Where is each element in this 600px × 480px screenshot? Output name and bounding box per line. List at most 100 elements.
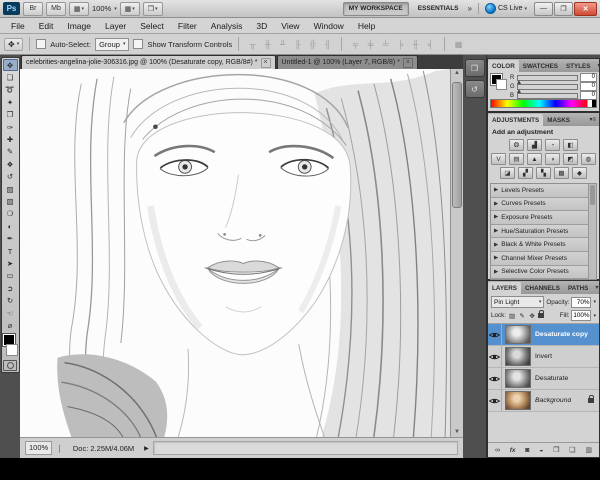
3d-object-rotate-tool[interactable]: ➲ <box>3 282 18 294</box>
color-value-field[interactable]: 0 <box>580 73 597 82</box>
tab-adjustments[interactable]: ADJUSTMENTS <box>488 114 543 126</box>
black-white-adjustment-icon[interactable]: ◑ <box>545 153 560 165</box>
blend-mode-dropdown[interactable]: Pin Light ▾ <box>491 296 544 308</box>
layer-thumbnail[interactable] <box>505 391 531 410</box>
panel-menu-icon[interactable]: ▾≡ <box>594 60 600 72</box>
path-selection-tool[interactable]: ➤ <box>3 257 18 269</box>
auto-align-layers-icon[interactable]: ▦ <box>451 37 466 51</box>
brightness-contrast-adjustment-icon[interactable]: ❂ <box>509 139 524 151</box>
channel-mixer-presets[interactable]: ▶ Channel Mixer Presets <box>491 252 589 266</box>
layer-style-icon[interactable]: fx <box>510 447 516 454</box>
minimize-button[interactable]: — <box>534 2 553 16</box>
vibrance-adjustment-icon[interactable]: V <box>491 153 506 165</box>
color-balance-adjustment-icon[interactable]: ▲ <box>527 153 542 165</box>
tab-close-icon[interactable]: × <box>261 58 271 68</box>
align-bottom-edges-icon[interactable]: ╨ <box>275 37 290 51</box>
show-transform-controls-checkbox[interactable] <box>133 39 143 49</box>
menu-view[interactable]: View <box>274 21 306 31</box>
layer-row[interactable]: Invert <box>488 346 599 368</box>
tab-masks[interactable]: MASKS <box>543 114 574 126</box>
blur-tool[interactable]: ❍ <box>3 208 18 220</box>
workspace-overflow-chevron[interactable]: » <box>468 4 472 13</box>
hue-saturation-presets[interactable]: ▶ Hue/Saturation Presets <box>491 225 589 239</box>
opacity-field[interactable]: 70% <box>571 297 591 308</box>
menu-analysis[interactable]: Analysis <box>204 21 250 31</box>
new-group-icon[interactable]: ❒ <box>553 446 559 454</box>
expander-triangle-icon[interactable]: ▶ <box>494 201 498 207</box>
rectangular-marquee-tool[interactable]: ❏ <box>3 71 18 83</box>
eraser-tool[interactable]: ▨ <box>3 183 18 195</box>
panel-menu-icon[interactable]: ▾≡ <box>592 282 600 294</box>
layer-visibility-toggle[interactable] <box>488 346 502 367</box>
color-slider-track[interactable] <box>517 93 578 99</box>
menu-window[interactable]: Window <box>307 21 351 31</box>
selective-color-adjustment-icon[interactable]: ◆ <box>572 167 587 179</box>
lock-transparent-pixels-icon[interactable]: ▨ <box>508 312 516 320</box>
type-tool[interactable]: T <box>3 245 18 257</box>
distribute-vertical-centers-icon[interactable]: ╪ <box>363 37 378 51</box>
distribute-bottom-edges-icon[interactable]: ╧ <box>378 37 393 51</box>
lasso-tool[interactable]: ➰ <box>3 84 18 96</box>
scrollbar-thumb[interactable] <box>452 82 462 208</box>
menu-select[interactable]: Select <box>133 21 171 31</box>
curves-adjustment-icon[interactable]: ◔ <box>545 139 560 151</box>
tool-preset-picker[interactable]: ✥ ▾ <box>4 38 23 51</box>
photo-filter-adjustment-icon[interactable]: ◩ <box>563 153 578 165</box>
pen-tool[interactable]: ✒ <box>3 232 18 244</box>
status-zoom-field[interactable]: 100% <box>25 441 52 455</box>
menu-image[interactable]: Image <box>60 21 98 31</box>
background-color-swatch[interactable] <box>496 79 507 90</box>
distribute-top-edges-icon[interactable]: ╤ <box>348 37 363 51</box>
layer-row[interactable]: Background <box>488 390 599 412</box>
levels-presets[interactable]: ▶ Levels Presets <box>491 184 589 198</box>
exposure-presets[interactable]: ▶ Exposure Presets <box>491 211 589 225</box>
distribute-horizontal-centers-icon[interactable]: ╫ <box>408 37 423 51</box>
vertical-scrollbar[interactable]: ▲ ▼ <box>450 69 463 437</box>
menu-file[interactable]: File <box>4 21 32 31</box>
lock-position-icon[interactable]: ✥ <box>528 312 536 320</box>
zoom-tool[interactable]: ⌀ <box>3 319 18 331</box>
hue-saturation-adjustment-icon[interactable]: ▤ <box>509 153 524 165</box>
align-vertical-centers-icon[interactable]: ╫ <box>260 37 275 51</box>
background-color-swatch[interactable] <box>6 344 18 356</box>
zoom-level-field[interactable]: 100% <box>92 4 111 13</box>
black-white-presets[interactable]: ▶ Black & White Presets <box>491 238 589 252</box>
auto-select-checkbox[interactable] <box>36 39 46 49</box>
tab-paths[interactable]: PATHS <box>564 282 592 294</box>
cs-live-button[interactable]: CS Live ▾ <box>485 3 527 14</box>
chevron-down-icon[interactable]: ▾ <box>593 299 596 305</box>
view-extras-button[interactable]: ▦▾ <box>69 2 89 16</box>
channel-mixer-adjustment-icon[interactable]: ◍ <box>581 153 596 165</box>
rectangle-shape-tool[interactable]: ▭ <box>3 270 18 282</box>
scroll-up-icon[interactable]: ▲ <box>454 69 460 78</box>
levels-adjustment-icon[interactable]: ▟ <box>527 139 542 151</box>
expander-triangle-icon[interactable]: ▶ <box>494 187 498 193</box>
chevron-down-icon[interactable]: ▾ <box>114 6 117 12</box>
distribute-left-edges-icon[interactable]: ╞ <box>393 37 408 51</box>
delete-layer-icon[interactable]: ▥ <box>585 446 592 454</box>
layer-visibility-toggle[interactable] <box>488 390 502 411</box>
launch-bridge-button[interactable]: Br <box>23 2 43 16</box>
fill-field[interactable]: 100% <box>571 310 591 321</box>
selective-color-presets[interactable]: ▶ Selective Color Presets <box>491 266 589 280</box>
color-slider-track[interactable] <box>517 75 578 81</box>
threshold-adjustment-icon[interactable]: ▚ <box>536 167 551 179</box>
quick-selection-tool[interactable]: ✦ <box>3 96 18 108</box>
link-layers-icon[interactable]: ∞ <box>495 447 500 454</box>
align-right-edges-icon[interactable]: ╢ <box>320 37 335 51</box>
invert-adjustment-icon[interactable]: ◪ <box>500 167 515 179</box>
document-canvas[interactable] <box>20 69 450 437</box>
expander-triangle-icon[interactable]: ▶ <box>494 228 498 234</box>
tab-layers[interactable]: LAYERS <box>488 282 521 294</box>
3d-camera-rotate-tool[interactable]: ↻ <box>3 294 18 306</box>
launch-mini-bridge-button[interactable]: Mb <box>46 2 66 16</box>
lock-all-icon[interactable] <box>538 313 544 318</box>
gradient-map-adjustment-icon[interactable]: ▩ <box>554 167 569 179</box>
align-left-edges-icon[interactable]: ╟ <box>290 37 305 51</box>
status-flyout-arrow-icon[interactable]: ▶ <box>144 445 149 452</box>
crop-tool[interactable]: ❐ <box>3 109 18 121</box>
new-adjustment-layer-icon[interactable]: ◒ <box>539 447 543 454</box>
tab-swatches[interactable]: SWATCHES <box>519 60 562 72</box>
expander-triangle-icon[interactable]: ▶ <box>494 269 498 275</box>
spot-healing-brush-tool[interactable]: ✚ <box>3 133 18 145</box>
